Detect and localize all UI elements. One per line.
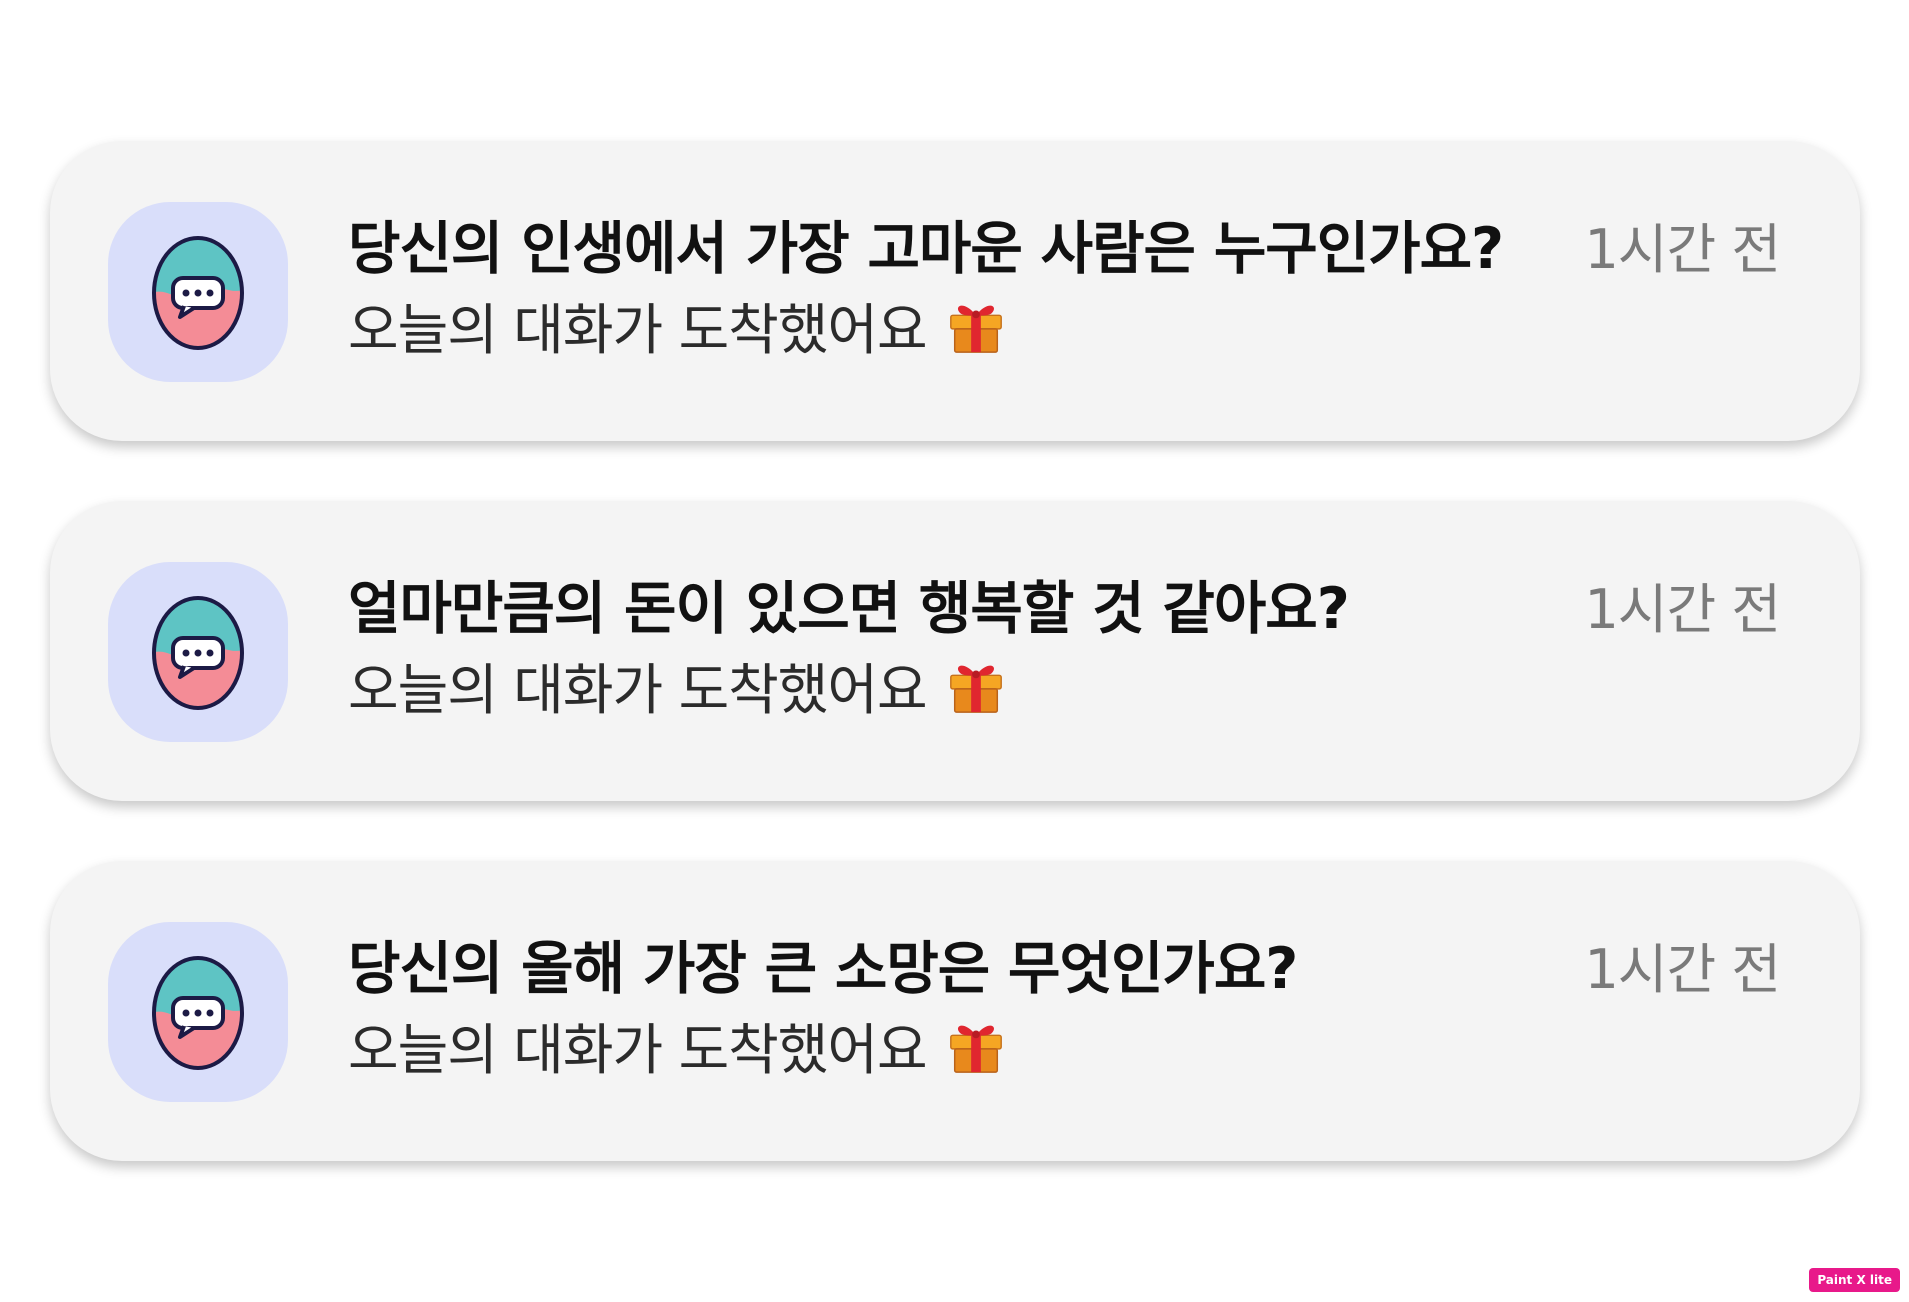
egg-chat-bubble-icon: [108, 562, 288, 742]
notification-time: 1시간 전: [1584, 578, 1781, 641]
notification-list: 당신의 인생에서 가장 고마운 사람은 누구인가요? 오늘의 대화가 도착했어요…: [0, 0, 1909, 1302]
egg-chat-bubble-icon: [108, 922, 288, 1102]
notification-subtitle-text: 오늘의 대화가 도착했어요: [348, 298, 928, 362]
egg-chat-bubble-icon: [108, 202, 288, 382]
gift-icon: [945, 1014, 1007, 1076]
notification-subtitle: 오늘의 대화가 도착했어요: [348, 645, 1007, 725]
notification-card[interactable]: 얼마만큼의 돈이 있으면 행복할 것 같아요? 오늘의 대화가 도착했어요 1시…: [50, 501, 1860, 801]
notification-card[interactable]: 당신의 인생에서 가장 고마운 사람은 누구인가요? 오늘의 대화가 도착했어요…: [50, 141, 1860, 441]
notification-time: 1시간 전: [1584, 218, 1781, 281]
notification-subtitle: 오늘의 대화가 도착했어요: [348, 1005, 1007, 1085]
notification-subtitle: 오늘의 대화가 도착했어요: [348, 285, 1007, 365]
notification-subtitle-text: 오늘의 대화가 도착했어요: [348, 658, 928, 722]
notification-time: 1시간 전: [1584, 938, 1781, 1001]
notification-title: 당신의 인생에서 가장 고마운 사람은 누구인가요?: [348, 216, 1504, 282]
gift-icon: [945, 654, 1007, 716]
gift-icon: [945, 294, 1007, 356]
notification-card[interactable]: 당신의 올해 가장 큰 소망은 무엇인가요? 오늘의 대화가 도착했어요 1시간…: [50, 861, 1860, 1161]
watermark-badge: Paint X lite: [1809, 1268, 1900, 1292]
notification-title: 당신의 올해 가장 큰 소망은 무엇인가요?: [348, 936, 1298, 1002]
notification-title: 얼마만큼의 돈이 있으면 행복할 것 같아요?: [348, 576, 1350, 642]
notification-subtitle-text: 오늘의 대화가 도착했어요: [348, 1018, 928, 1082]
